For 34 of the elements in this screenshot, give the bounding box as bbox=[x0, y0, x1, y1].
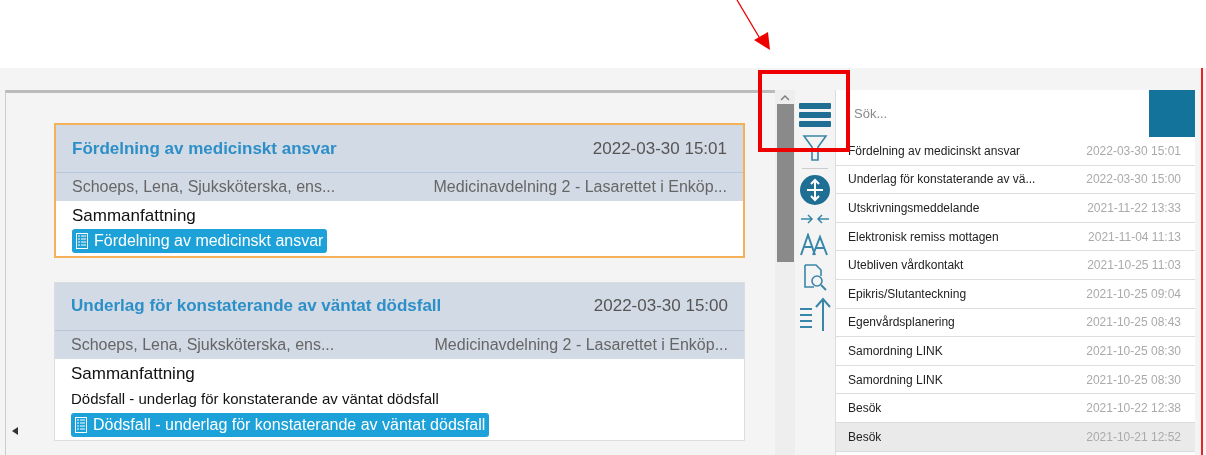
note-date: 2022-03-30 15:01 bbox=[592, 137, 727, 160]
note-text: Dödsfall - underlag för konstaterande av väntat dödsfall bbox=[71, 389, 439, 409]
list-item[interactable]: Fördelning av medicinskt ansvar 2022-03-30 15:01 bbox=[836, 137, 1195, 166]
form-icon bbox=[76, 232, 88, 249]
list-item[interactable]: Utskrivningsmeddelande 2021-11-22 13:33 bbox=[836, 194, 1195, 223]
list-item[interactable]: Underlag för konstaterande av vä... 2022-03-30 15:00 bbox=[836, 165, 1195, 195]
note-unit: Medicinavdelning 2 - Lasarettet i Enköp... bbox=[433, 177, 727, 197]
list-item[interactable]: Egenvårdsplanering 2021-10-25 08:43 bbox=[836, 308, 1195, 338]
sort-up-icon[interactable] bbox=[799, 297, 831, 331]
scroll-left-arrow-icon[interactable] bbox=[12, 427, 18, 435]
list-item[interactable]: Samordning LINK 2021-10-25 08:30 bbox=[836, 337, 1195, 366]
note-author: Schoeps, Lena, Sjuksköterska, ens... bbox=[71, 334, 335, 355]
note-date: 2022-03-30 15:00 bbox=[593, 295, 728, 318]
note-title: Underlag för konstaterande av väntat dödsfall bbox=[71, 295, 442, 318]
note-author: Schoeps, Lena, Sjuksköterska, ens... bbox=[72, 177, 336, 197]
note-card[interactable]: Fördelning av medicinskt ansvar 2022-03-30 15:01 Schoeps, Lena, Sjuksköterska, ens... Medicinavdelning 2 - Lasarettet i Enköp... Sammanfattning Fördelning av medicinskt ansvar bbox=[54, 123, 745, 258]
note-title: Fördelning av medicinskt ansvar bbox=[72, 137, 337, 160]
list-item[interactable]: Utebliven vårdkontakt 2021-10-25 11:03 bbox=[836, 251, 1195, 280]
scrollbar-thumb[interactable] bbox=[776, 104, 794, 262]
font-size-icon[interactable] bbox=[800, 233, 830, 257]
list-item[interactable]: Elektronisk remiss mottagen 2021-11-04 11:13 bbox=[836, 222, 1195, 252]
form-icon bbox=[75, 416, 87, 433]
list-item[interactable]: Epikris/Slutanteckning 2021-10-25 09:04 bbox=[836, 279, 1195, 309]
note-heading: Sammanfattning bbox=[72, 205, 196, 227]
document-search-icon[interactable] bbox=[802, 263, 828, 291]
note-unit: Medicinavdelning 2 - Lasarettet i Enköp... bbox=[434, 334, 728, 355]
menu-icon[interactable] bbox=[799, 102, 831, 128]
note-heading: Sammanfattning bbox=[71, 362, 195, 385]
list-item[interactable]: Besök 2021-10-21 12:52 bbox=[836, 422, 1195, 452]
expand-vertical-icon[interactable] bbox=[800, 175, 830, 205]
note-card[interactable] bbox=[54, 281, 745, 441]
list-item[interactable]: Samordning LINK 2021-10-25 08:30 bbox=[836, 365, 1195, 395]
filter-icon[interactable] bbox=[802, 134, 828, 162]
list-item[interactable]: Besök 2021-10-22 12:38 bbox=[836, 394, 1195, 423]
